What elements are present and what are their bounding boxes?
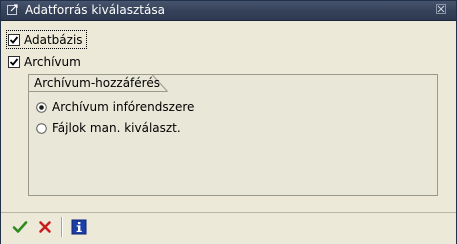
radio-selected-icon[interactable] [36, 101, 47, 113]
archive-checkbox-label: Archívum [24, 54, 81, 69]
info-icon [71, 219, 87, 235]
archive-access-group: Archívum-hozzáférés Archívum infórendsze… [28, 74, 438, 196]
group-title: Archívum-hozzáférés [34, 76, 160, 90]
window-title: Adatforrás kiválasztása [25, 3, 165, 17]
checkmark-icon [9, 57, 19, 66]
checkbox-archive[interactable]: Archívum [8, 53, 81, 70]
radio-archive-infosystem[interactable]: Archívum infórendszere [36, 99, 194, 115]
radio-unselected-icon[interactable] [36, 122, 47, 134]
close-button[interactable] [436, 4, 446, 14]
checkbox-database[interactable]: Adatbázis [6, 30, 87, 49]
window-icon [7, 4, 19, 16]
database-checkbox-label: Adatbázis [24, 32, 83, 47]
checkmark-icon [9, 35, 19, 44]
dialog-window: Adatforrás kiválasztása Adatbázis Archív… [0, 0, 457, 244]
archive-checkbox-box[interactable] [8, 55, 20, 68]
cancel-icon [39, 221, 51, 233]
checkmark-icon [12, 221, 28, 233]
confirm-button[interactable] [9, 216, 31, 238]
cancel-button[interactable] [34, 216, 56, 238]
radio-manual-file-selection-label: Fájlok man. kiválaszt. [52, 121, 181, 135]
dialog-toolbar [1, 212, 456, 244]
info-button[interactable] [68, 216, 90, 238]
title-bar: Adatforrás kiválasztása [1, 1, 456, 21]
radio-archive-infosystem-label: Archívum infórendszere [52, 100, 195, 114]
toolbar-separator [61, 217, 62, 237]
database-checkbox-box[interactable] [8, 33, 20, 46]
radio-manual-file-selection[interactable]: Fájlok man. kiválaszt. [36, 120, 181, 136]
